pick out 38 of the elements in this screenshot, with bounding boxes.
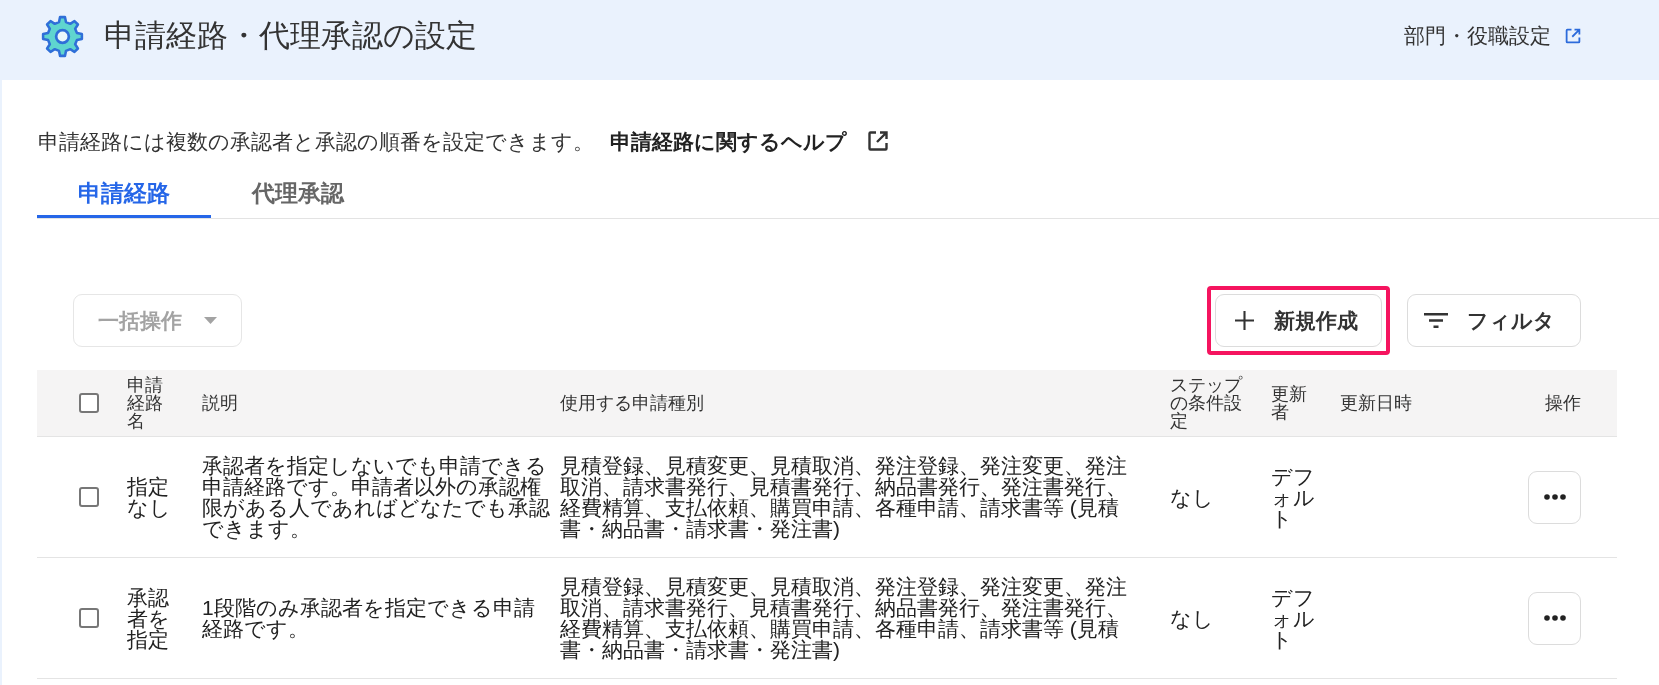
create-button[interactable]: 新規作成 <box>1215 294 1382 347</box>
request-types: 見積登録、見積変更、見積取消、発注登録、発注変更、発注取消、請求書発行、見積書発行、納品書発行、発注書発行、経費精算、支払依頼、購買申請、各種申請、請求書等 (見積書・納品書・請求書・発注書) <box>560 455 1128 539</box>
column-header: 更新日時 <box>1340 394 1412 412</box>
checkbox[interactable] <box>79 608 99 628</box>
updated-by: デフォルト <box>1271 586 1316 650</box>
checkbox[interactable] <box>79 393 99 413</box>
external-link-icon <box>1564 27 1582 45</box>
page-title: 申請経路・代理承認の設定 <box>104 19 477 53</box>
checkbox[interactable] <box>79 487 99 507</box>
more-button[interactable] <box>1528 591 1581 645</box>
step-condition: なし <box>1170 607 1214 629</box>
route-description: 1段階のみ承認者を指定できる申請経路です。 <box>202 597 536 639</box>
route-name: 指定なし <box>127 476 172 518</box>
department-settings-link[interactable]: 部門・役職設定 <box>1404 24 1582 48</box>
filter-icon <box>1424 313 1448 328</box>
help-link[interactable]: 申請経路に関するヘルプ <box>610 129 890 153</box>
ellipsis-icon <box>1543 494 1566 500</box>
column-header: 申請経路名 <box>127 376 164 430</box>
plus-icon <box>1235 311 1254 330</box>
ellipsis-icon <box>1543 615 1566 621</box>
intro-text: 申請経路には複数の承認者と承認の順番を設定できます。 <box>38 130 594 152</box>
filter-button[interactable]: フィルタ <box>1407 294 1581 347</box>
step-condition: なし <box>1170 486 1214 508</box>
column-header: 操作 <box>1545 394 1581 412</box>
more-button[interactable] <box>1528 470 1581 524</box>
gear-icon <box>41 14 84 58</box>
route-description: 承認者を指定しないでも申請できる申請経路です。申請者以外の承認権限がある人であればどなたでも承認できます。 <box>202 455 550 539</box>
tab[interactable]: 申請経路 <box>37 171 211 218</box>
updated-by: デフォルト <box>1271 465 1316 529</box>
column-header: 更新者 <box>1271 385 1308 421</box>
column-header: 説明 <box>202 394 238 412</box>
tab[interactable]: 代理承認 <box>211 171 385 218</box>
route-name: 承認者を指定 <box>127 586 171 650</box>
column-header: 使用する申請種別 <box>560 394 704 412</box>
column-header: ステップの条件設定 <box>1170 376 1244 430</box>
caret-icon <box>204 317 217 324</box>
external-link-icon <box>866 129 890 153</box>
request-types: 見積登録、見積変更、見積取消、発注登録、発注変更、発注取消、請求書発行、見積書発行、納品書発行、発注書発行、経費精算、支払依頼、購買申請、各種申請、請求書等 (見積書・納品書・請求書・発注書) <box>560 576 1128 660</box>
